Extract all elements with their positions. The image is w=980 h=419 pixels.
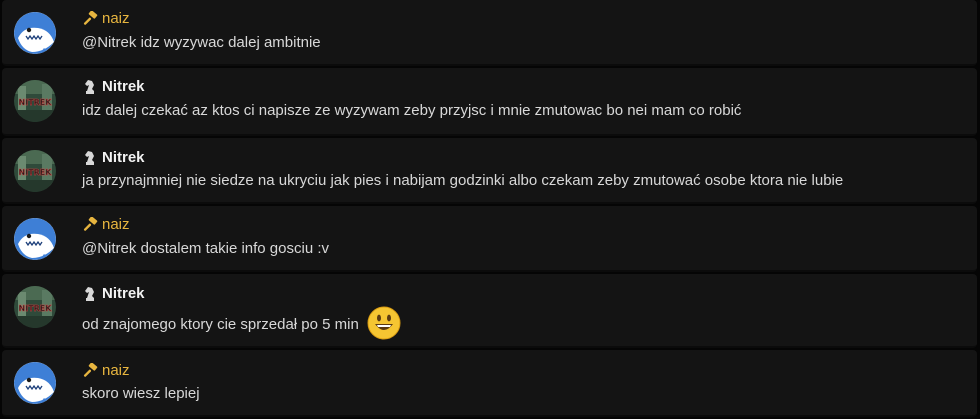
author-row: Nitrek	[82, 77, 145, 97]
avatar-text: NITREK	[19, 168, 53, 177]
author-row: naiz	[82, 215, 130, 235]
nitrek-avatar[interactable]: NITREK	[14, 150, 56, 192]
shark-avatar	[14, 218, 56, 260]
author-name[interactable]: naiz	[102, 361, 130, 381]
smiley-emoji	[367, 306, 401, 340]
avatar-text: NITREK	[19, 304, 53, 313]
nitrek-avatar[interactable]: NITREK	[14, 286, 56, 328]
nitrek-avatar-image: NITREK	[14, 80, 56, 122]
author-row: naiz	[82, 361, 130, 381]
author-row: Nitrek	[82, 148, 145, 168]
chat-log: naiz @Nitrek idz wyzywac dalej ambitnie …	[0, 0, 980, 419]
chat-message: naiz @Nitrek idz wyzywac dalej ambitnie	[2, 0, 977, 66]
naiz-avatar[interactable]	[14, 362, 56, 404]
gavel-icon	[83, 217, 98, 231]
naiz-avatar[interactable]	[14, 12, 56, 54]
nitrek-avatar-image: NITREK	[14, 286, 56, 328]
message-text: skoro wiesz lepiej	[82, 385, 200, 402]
gavel-icon	[83, 11, 98, 25]
naiz-avatar[interactable]	[14, 218, 56, 260]
author-name[interactable]: Nitrek	[102, 284, 145, 304]
author-row: naiz	[82, 9, 130, 29]
message-text: @Nitrek idz wyzywac dalej ambitnie	[82, 34, 321, 51]
chat-message: NITREK Nitrek ja przynajmniej nie siedze…	[2, 138, 977, 204]
chat-message: naiz skoro wiesz lepiej	[2, 350, 977, 417]
nitrek-avatar[interactable]: NITREK	[14, 80, 56, 122]
message-text-content: od znajomego ktory cie sprzedał po 5 min	[82, 315, 359, 333]
message-text: ja przynajmniej nie siedze na ukryciu ja…	[82, 172, 844, 189]
author-name[interactable]: Nitrek	[102, 148, 145, 168]
knight-icon	[85, 80, 94, 94]
author-name[interactable]: naiz	[102, 9, 130, 29]
chat-message: naiz @Nitrek dostalem takie info gosciu …	[2, 206, 977, 272]
message-text: idz dalej czekać az ktos ci napisze ze w…	[82, 102, 742, 119]
message-text: @Nitrek dostalem takie info gosciu :v	[82, 240, 329, 257]
nitrek-avatar-image: NITREK	[14, 150, 56, 192]
shark-avatar	[14, 12, 56, 54]
author-row: Nitrek	[82, 284, 145, 304]
message-text: od znajomego ktory cie sprzedał po 5 min	[82, 306, 401, 342]
gavel-icon	[83, 363, 98, 377]
chat-message: NITREK Nitrek od znajomego ktory cie spr…	[2, 274, 977, 348]
avatar-text: NITREK	[19, 98, 53, 107]
knight-icon	[85, 287, 94, 301]
shark-avatar	[14, 362, 56, 404]
chat-message: NITREK Nitrek idz dalej czekać az ktos c…	[2, 68, 977, 136]
author-name[interactable]: Nitrek	[102, 77, 145, 97]
knight-icon	[85, 151, 94, 165]
author-name[interactable]: naiz	[102, 215, 130, 235]
